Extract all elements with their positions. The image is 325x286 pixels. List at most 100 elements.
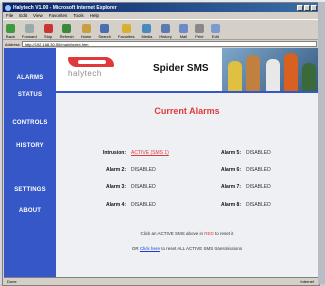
stop-button[interactable]: Stop: [43, 24, 53, 39]
menu-edit[interactable]: Edit: [19, 13, 27, 18]
alarm-value: DISABLED: [131, 202, 156, 208]
edit-icon: [210, 24, 220, 33]
photo-figure: [302, 63, 316, 91]
alarm-value-active[interactable]: ACTIVE (SMS 1): [131, 150, 169, 156]
title-bar: Halytech V1.00 - Microsoft Internet Expl…: [3, 3, 319, 12]
browser-window: Halytech V1.00 - Microsoft Internet Expl…: [2, 2, 320, 286]
history-icon: [161, 24, 171, 33]
sidebar-item-controls[interactable]: CONTROLS: [4, 120, 56, 126]
menu-view[interactable]: View: [33, 13, 43, 18]
reset-all-link[interactable]: Click here: [140, 246, 160, 251]
logo-mark-cutout: [78, 60, 106, 64]
address-input[interactable]: http://192.168.30.50/main/index.htm: [21, 41, 317, 47]
home-button[interactable]: Home: [80, 24, 92, 39]
minimize-icon[interactable]: [297, 4, 303, 11]
page-scrollbar[interactable]: [318, 2, 325, 284]
alarms-panel: Current Alarms Intrusion: ACTIVE (SMS 1)…: [56, 93, 318, 277]
window-title: Halytech V1.00 - Microsoft Internet Expl…: [13, 4, 117, 11]
mail-label: Mail: [179, 34, 188, 39]
sidebar-item-settings[interactable]: SETTINGS: [4, 187, 56, 193]
toolbar: Back Forward Stop Refresh Home Search Fa…: [3, 19, 319, 40]
menu-favorites[interactable]: Favorites: [49, 13, 68, 18]
stop-label: Stop: [44, 34, 53, 39]
back-label: Back: [6, 34, 15, 39]
media-button[interactable]: Media: [141, 24, 153, 39]
history-label: History: [159, 34, 172, 39]
alarm-value: DISABLED: [246, 202, 271, 208]
favorites-button[interactable]: Favorites: [118, 24, 135, 39]
search-label: Search: [98, 34, 112, 39]
menu-bar: File Edit View Favorites Tools Help: [3, 12, 319, 19]
logo-text: halytech: [68, 69, 102, 78]
alarm-label: Alarm 6:: [220, 167, 241, 173]
media-label: Media: [141, 34, 153, 39]
note-text: to reset it: [213, 231, 234, 236]
alarm-value: DISABLED: [131, 167, 156, 173]
photo-figure: [228, 61, 242, 91]
app-title: Spider SMS: [153, 63, 209, 74]
alarm-label: Alarm 3:: [105, 184, 126, 190]
maximize-icon[interactable]: [304, 4, 310, 11]
photo-figure: [246, 55, 260, 91]
refresh-button[interactable]: Refresh: [60, 24, 74, 39]
forward-icon: [24, 24, 34, 33]
print-label: Print: [195, 34, 204, 39]
menu-help[interactable]: Help: [90, 13, 99, 18]
address-bar: Address http://192.168.30.50/main/index.…: [3, 40, 319, 48]
history-button[interactable]: History: [159, 24, 172, 39]
page-title: Current Alarms: [154, 106, 220, 116]
stop-icon: [43, 24, 53, 33]
photo-figure: [266, 59, 280, 91]
alarm-label: Intrusion:: [102, 150, 126, 156]
print-icon: [194, 24, 204, 33]
address-label: Address: [5, 41, 20, 47]
close-icon[interactable]: [311, 4, 317, 11]
alarm-label: Alarm 5:: [220, 150, 241, 156]
home-icon: [81, 24, 91, 33]
alarm-value: DISABLED: [131, 184, 156, 190]
menu-file[interactable]: File: [6, 13, 13, 18]
ie-icon: [5, 4, 11, 11]
forward-button[interactable]: Forward: [22, 24, 37, 39]
reset-all-instruction: OR Click here to reset ALL ACTIVE SMS tr…: [56, 246, 318, 251]
forward-label: Forward: [22, 34, 37, 39]
alarm-value: DISABLED: [246, 184, 271, 190]
favorites-icon: [121, 24, 131, 33]
sidebar-item-alarms[interactable]: ALARMS: [4, 75, 56, 81]
page-viewport: ALARMS STATUS CONTROLS HISTORY SETTINGS …: [4, 48, 318, 277]
sidebar: ALARMS STATUS CONTROLS HISTORY SETTINGS …: [4, 48, 56, 277]
mail-icon: [178, 24, 188, 33]
refresh-icon: [62, 24, 72, 33]
alarm-label: Alarm 4:: [105, 202, 126, 208]
note-text: to reset ALL ACTIVE SMS transmissions: [159, 246, 243, 251]
search-button[interactable]: Search: [98, 24, 111, 39]
back-icon: [6, 24, 15, 33]
sidebar-item-status[interactable]: STATUS: [4, 92, 56, 98]
reset-instruction: Click an ACTIVE SMS above in RED to rese…: [56, 231, 318, 236]
favorites-label: Favorites: [118, 34, 135, 39]
status-zone: Internet: [300, 279, 314, 284]
back-button[interactable]: Back: [6, 24, 15, 39]
edit-button[interactable]: Edit: [210, 24, 220, 39]
window-controls: [297, 4, 317, 11]
alarm-label: Alarm 2:: [105, 167, 126, 173]
alarm-label: Alarm 8:: [220, 202, 241, 208]
status-text: Done: [7, 279, 17, 284]
media-icon: [142, 24, 152, 33]
sidebar-item-history[interactable]: HISTORY: [4, 143, 56, 149]
main-content: halytech Spider SMS Current Alarms Intru…: [56, 48, 318, 277]
note-text: OR: [131, 246, 140, 251]
home-label: Home: [80, 34, 92, 39]
sidebar-item-about[interactable]: ABOUT: [4, 208, 56, 214]
edit-label: Edit: [211, 34, 219, 39]
search-icon: [100, 24, 110, 33]
alarm-value: DISABLED: [246, 150, 271, 156]
photo-figure: [284, 53, 298, 91]
alarm-label: Alarm 7:: [220, 184, 241, 190]
refresh-label: Refresh: [59, 34, 74, 39]
menu-tools[interactable]: Tools: [73, 13, 84, 18]
mail-button[interactable]: Mail: [178, 24, 188, 39]
note-text: Click an ACTIVE SMS above in: [140, 231, 205, 236]
page-header: halytech Spider SMS: [56, 48, 318, 91]
print-button[interactable]: Print: [194, 24, 204, 39]
